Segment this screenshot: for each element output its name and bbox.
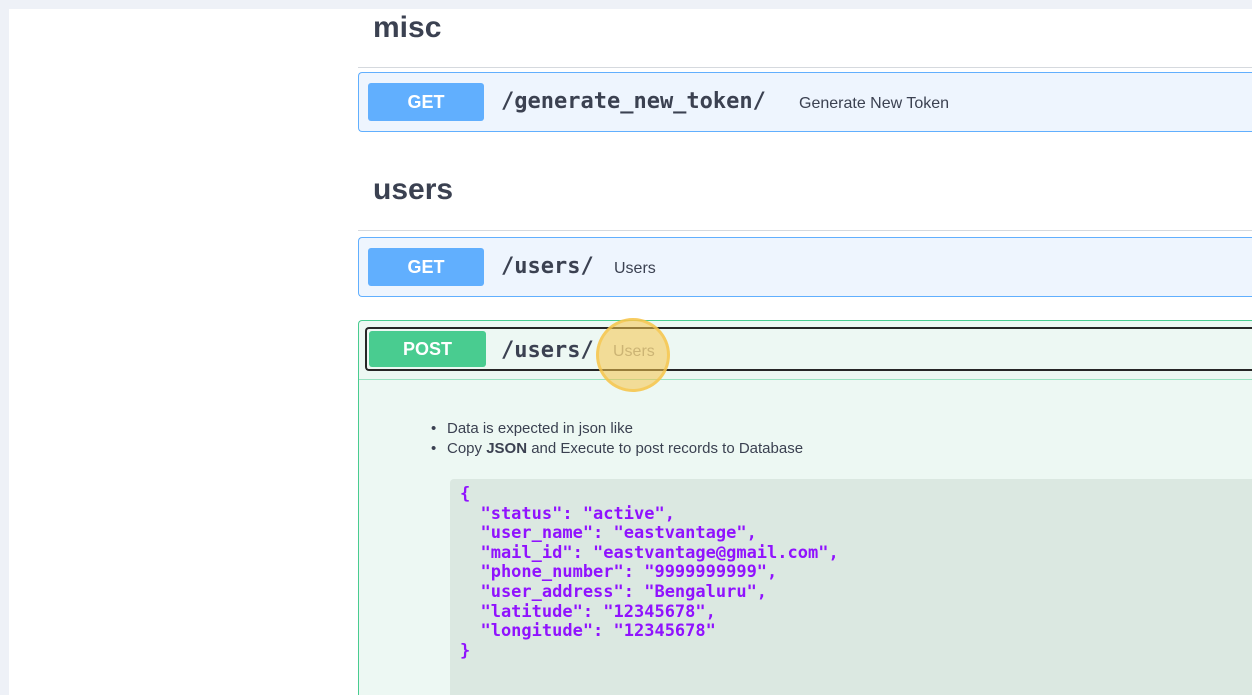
- section-divider: [358, 230, 1252, 231]
- endpoint-summary[interactable]: Users: [613, 343, 655, 361]
- header-divider: [359, 379, 1252, 380]
- json-line-mail-id: "mail_id": "eastvantage@gmail.com",: [460, 542, 839, 563]
- description-list: Data is expected in json like Copy JSON …: [427, 419, 803, 459]
- description-bold-text: JSON: [486, 440, 528, 457]
- json-open-brace: {: [460, 484, 471, 504]
- description-text: Copy: [447, 440, 487, 457]
- json-line-longitude: "longitude": "12345678": [460, 621, 716, 642]
- method-badge-get[interactable]: GET: [368, 248, 484, 286]
- json-example-code: { "status": "active", "user_name": "east…: [460, 484, 839, 661]
- endpoint-path[interactable]: /generate_new_token/: [501, 89, 766, 114]
- section-divider: [358, 67, 1252, 68]
- description-text: and Execute to post records to Database: [527, 440, 804, 457]
- section-title-misc[interactable]: misc: [373, 11, 441, 45]
- endpoint-summary[interactable]: Generate New Token: [799, 95, 949, 113]
- endpoint-summary[interactable]: Users: [614, 260, 656, 278]
- endpoint-path[interactable]: /users/: [501, 338, 594, 363]
- description-item: Data is expected in json like: [427, 419, 803, 439]
- method-badge-get[interactable]: GET: [368, 83, 484, 121]
- endpoint-get-users[interactable]: GET /users/ Users: [358, 237, 1252, 297]
- json-line-phone-number: "phone_number": "9999999999",: [460, 562, 778, 583]
- json-line-status: "status": "active",: [460, 503, 675, 524]
- description-item: Copy JSON and Execute to post records to…: [427, 439, 803, 459]
- swagger-page: misc GET /generate_new_token/ Generate N…: [9, 9, 1252, 695]
- endpoint-path[interactable]: /users/: [501, 254, 594, 279]
- method-badge-post[interactable]: POST: [369, 331, 486, 367]
- json-close-brace: }: [460, 640, 471, 661]
- json-example-block: { "status": "active", "user_name": "east…: [450, 479, 1252, 695]
- endpoint-post-users: POST /users/ Users Data is expected in j…: [358, 320, 1252, 695]
- endpoint-post-users-header[interactable]: POST /users/ Users: [365, 327, 1252, 371]
- json-line-user-name: "user_name": "eastvantage",: [460, 523, 757, 544]
- endpoint-get-generate-new-token[interactable]: GET /generate_new_token/ Generate New To…: [358, 72, 1252, 132]
- json-line-latitude: "latitude": "12345678",: [460, 601, 716, 622]
- json-line-user-address: "user_address": "Bengaluru",: [460, 581, 768, 602]
- description-text: Data is expected in json like: [447, 420, 633, 437]
- section-title-users[interactable]: users: [373, 173, 453, 207]
